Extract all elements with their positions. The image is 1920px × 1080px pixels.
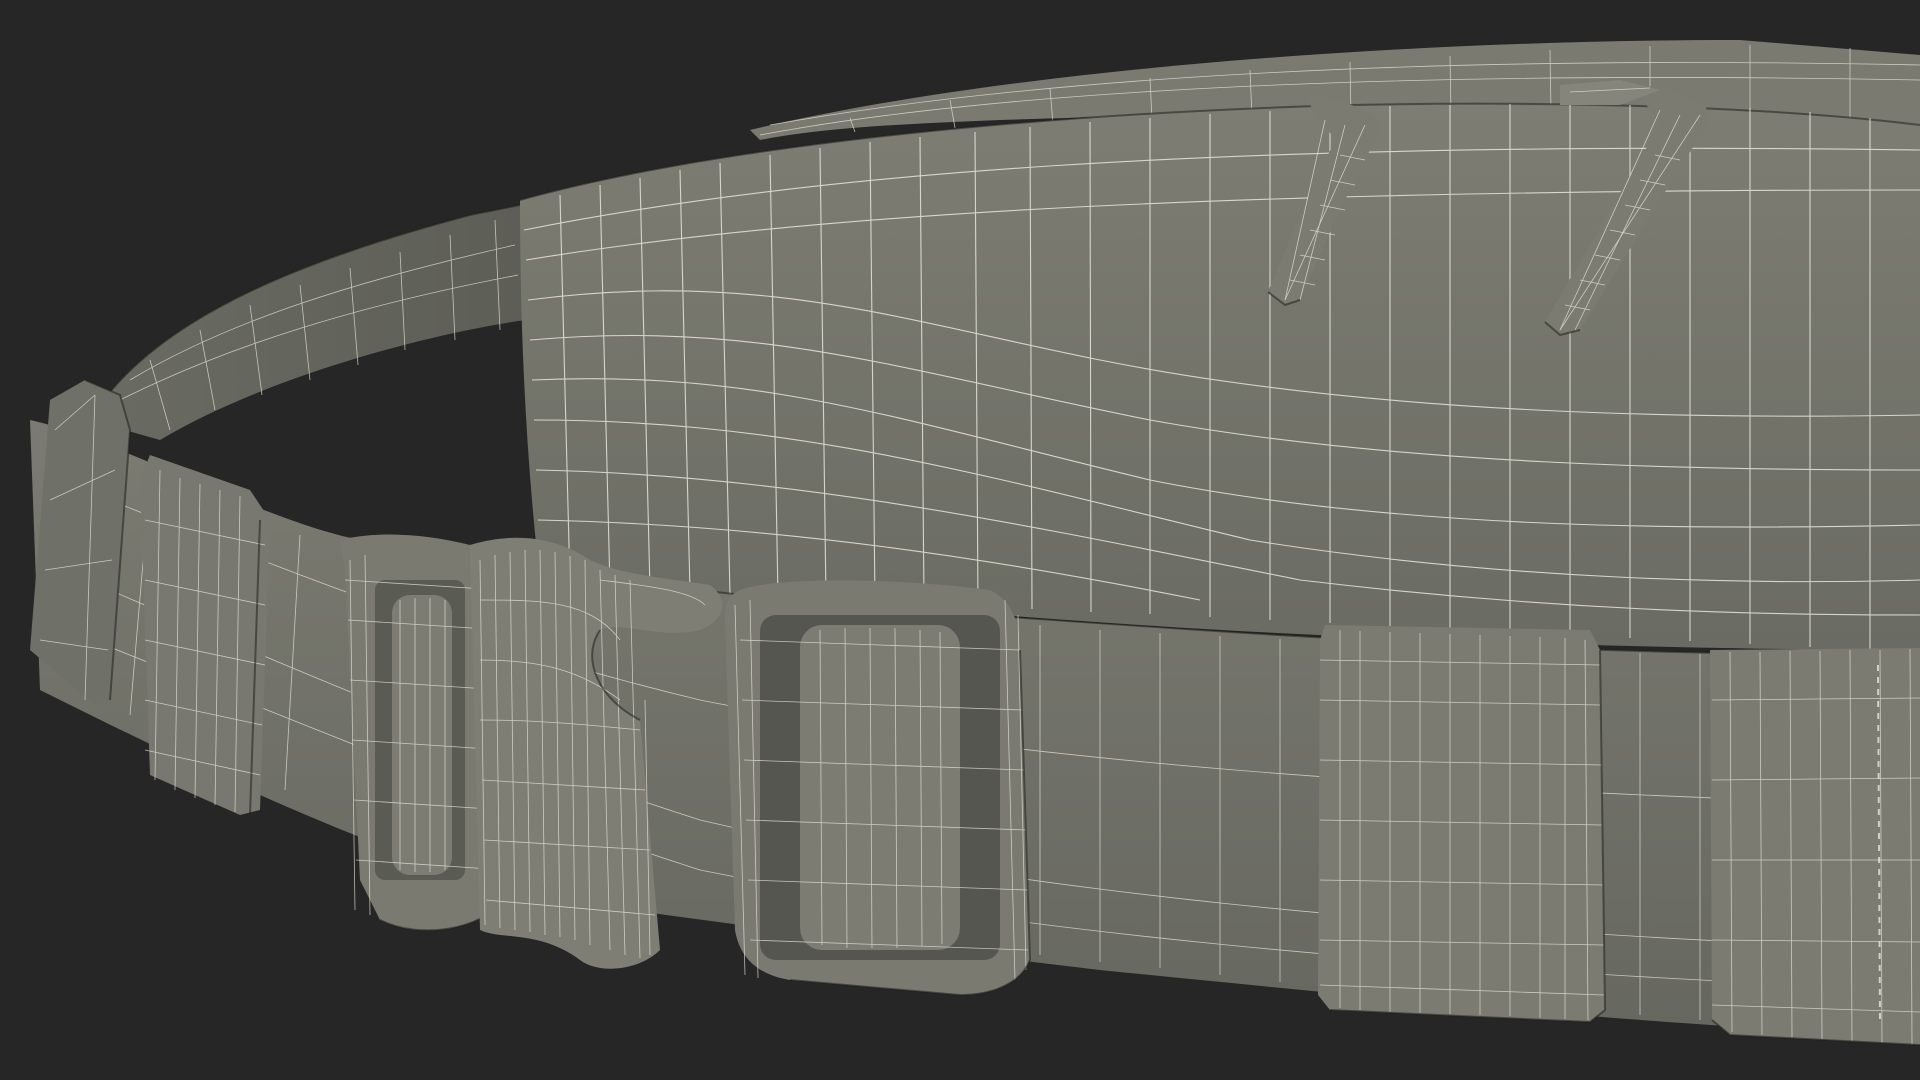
strap-loop-left [140, 455, 270, 816]
buckle-ladder-lock [725, 580, 1032, 997]
render-viewport [0, 0, 1920, 1080]
belt-keeper-right [1710, 648, 1920, 1046]
pouch-body [519, 102, 1920, 651]
belt-keeper-center [1318, 625, 1607, 1024]
